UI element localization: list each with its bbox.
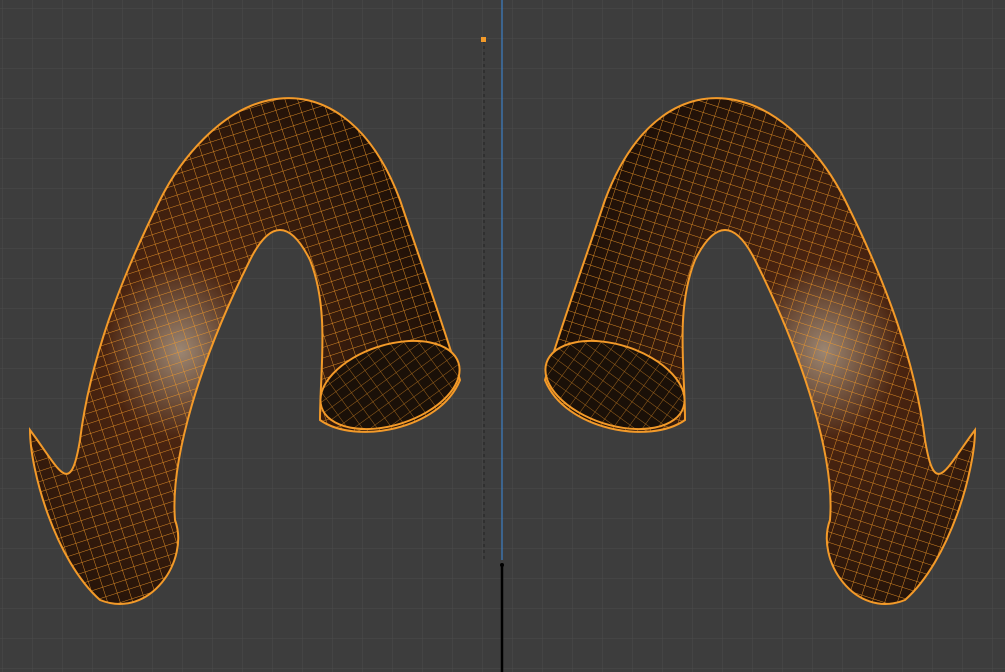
origin-dot-icon[interactable] xyxy=(481,37,486,42)
viewport-canvas[interactable] xyxy=(0,0,1005,672)
3d-viewport[interactable] xyxy=(0,0,1005,672)
